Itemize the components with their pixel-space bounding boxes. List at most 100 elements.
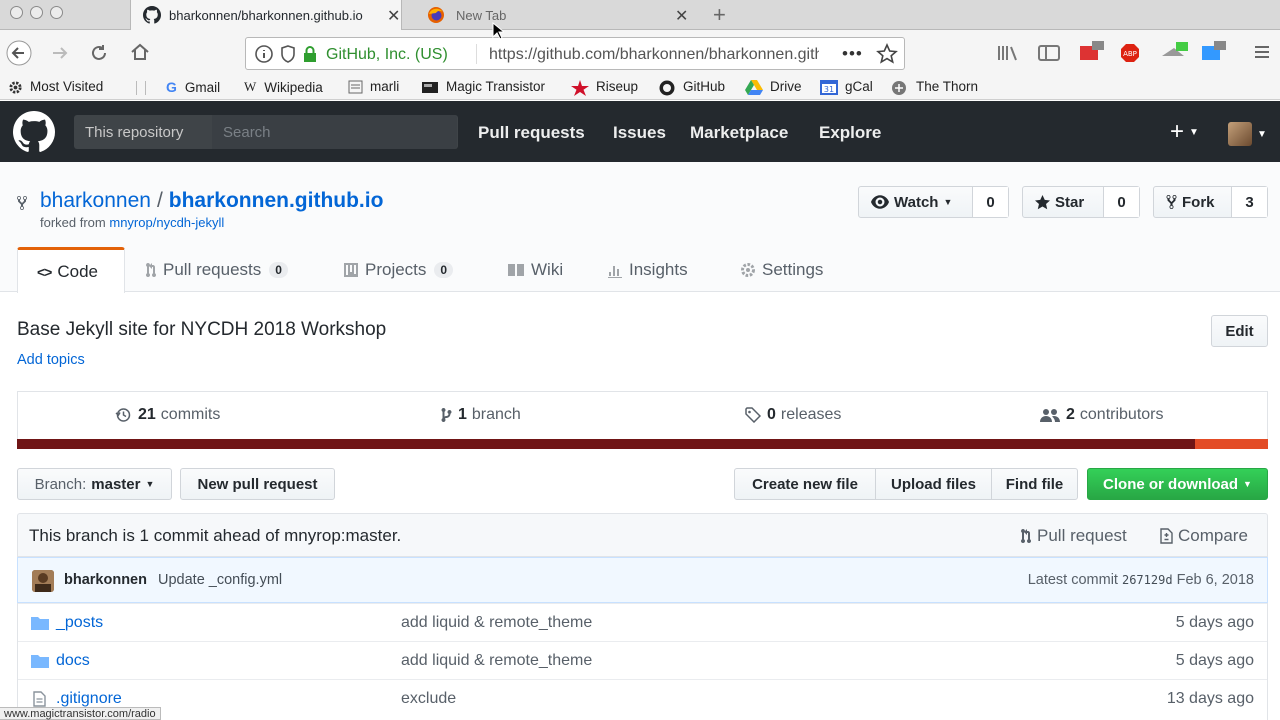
nav-pull-requests[interactable]: Pull requests [478,123,585,143]
new-tab-icon[interactable]: + [713,2,726,28]
repo-name-link[interactable]: bharkonnen.github.io [169,189,384,212]
nav-marketplace[interactable]: Marketplace [690,123,788,143]
close-tab-icon[interactable]: ✕ [387,6,400,26]
url-text[interactable]: https://github.com/bharkonnen/bharkonnen… [489,46,819,64]
browser-tab-github[interactable]: bharkonnen/bharkonnen.github.io ✕ [130,0,402,30]
extension-calendar-icon[interactable] [1078,40,1106,62]
bookmark-drive[interactable]: Drive [745,79,802,95]
library-icon[interactable] [997,44,1019,62]
file-commit-message[interactable]: exclude [401,690,456,708]
edit-description-button[interactable]: Edit [1211,315,1268,347]
forward-icon[interactable] [50,44,70,62]
bookmark-star-icon[interactable] [876,43,898,65]
bookmark-wikipedia[interactable]: W Wikipedia [244,79,323,95]
window-close-button[interactable] [10,6,23,19]
lock-icon[interactable] [303,45,317,63]
create-new-dropdown[interactable]: + ▼ [1170,118,1199,146]
commit-message-link[interactable]: Update _config.yml [158,572,282,588]
bookmark-the-thorn[interactable]: The Thorn [891,79,978,95]
star-count[interactable]: 0 [1103,187,1139,217]
clone-or-download-button[interactable]: Clone or download ▼ [1087,468,1268,500]
nav-explore[interactable]: Explore [819,123,881,143]
tab-code[interactable]: <> Code [17,247,125,293]
branch-select-button[interactable]: Branch: master ▼ [17,468,172,500]
table-row: .gitignore exclude 13 days ago [18,679,1267,717]
code-icon: <> [37,263,52,280]
tab-wiki[interactable]: Wiki [507,247,563,293]
info-icon[interactable] [255,45,273,63]
forked-from-link[interactable]: mnyrop/nycdh-jekyll [109,215,224,230]
add-topics-link[interactable]: Add topics [17,352,85,368]
tab-settings[interactable]: Settings [740,247,823,293]
browser-tab-strip: bharkonnen/bharkonnen.github.io ✕ New Ta… [0,0,1280,30]
adblock-icon[interactable]: ABP [1120,43,1140,63]
tab-insights[interactable]: Insights [607,247,688,293]
file-commit-message[interactable]: add liquid & remote_theme [401,614,592,632]
bookmark-gmail[interactable]: G Gmail [166,79,220,95]
bookmark-github[interactable]: GitHub [659,79,725,95]
commits-link[interactable]: 21 commits [114,406,220,424]
bookmark-magic-transistor[interactable]: Magic Transistor [421,79,545,94]
commit-author-link[interactable]: bharkonnen [64,572,147,588]
address-bar[interactable]: GitHub, Inc. (US) https://github.com/bha… [245,37,905,70]
commit-sha-link[interactable]: 267129d [1122,573,1173,587]
extension-blue-icon[interactable] [1200,40,1230,62]
watch-button[interactable]: Watch ▼ [859,187,972,217]
upload-files-button[interactable]: Upload files [875,468,992,500]
fork-count[interactable]: 3 [1231,187,1267,217]
contributors-link[interactable]: 2 contributors [1040,406,1164,424]
create-new-file-button[interactable]: Create new file [734,468,876,500]
github-logo-icon[interactable] [13,111,55,153]
pull-requests-counter: 0 [269,262,288,278]
file-commit-message[interactable]: add liquid & remote_theme [401,652,592,670]
find-file-button[interactable]: Find file [991,468,1078,500]
page-actions-icon[interactable]: ••• [842,44,863,64]
new-pull-request-button[interactable]: New pull request [180,468,335,500]
tab-pull-requests[interactable]: Pull requests 0 [145,247,288,293]
window-zoom-button[interactable] [50,6,63,19]
language-segment[interactable] [1195,439,1268,449]
bookmark-gcal[interactable]: 31 gCal [820,79,873,95]
browser-tab-new[interactable]: New Tab ✕ [403,0,703,30]
caret-down-icon: ▼ [1243,479,1252,489]
hamburger-menu-icon[interactable] [1254,44,1270,60]
watch-count[interactable]: 0 [972,187,1008,217]
commit-date: Feb 6, 2018 [1176,572,1254,588]
close-tab-icon[interactable]: ✕ [675,6,688,26]
branches-link[interactable]: 1 branch [441,406,521,424]
tab-projects[interactable]: Projects 0 [343,247,454,293]
fork-button[interactable]: Fork [1154,187,1231,217]
tracking-shield-icon[interactable] [280,45,296,63]
extension-green-icon[interactable] [1160,40,1190,62]
site-search[interactable]: This repository Search [74,115,458,149]
repo-owner-link[interactable]: bharkonnen [40,189,151,212]
gear-icon [8,80,23,94]
file-name-link[interactable]: _posts [56,614,103,632]
bookmark-riseup[interactable]: Riseup [571,79,638,96]
book-icon [507,263,525,277]
file-name-link[interactable]: .gitignore [56,690,122,708]
back-icon[interactable] [6,40,32,66]
pull-request-link[interactable]: Pull request [1020,526,1127,546]
language-bar[interactable] [17,439,1268,449]
window-minimize-button[interactable] [30,6,43,19]
file-name-link[interactable]: docs [56,652,90,670]
commit-author-avatar[interactable] [32,570,54,592]
reload-icon[interactable] [90,44,108,62]
site-identity[interactable]: GitHub, Inc. (US) [326,46,448,64]
star-button[interactable]: Star [1023,187,1103,217]
compare-link[interactable]: Compare [1159,526,1248,546]
bookmark-marli[interactable]: marli [348,79,399,94]
forked-from: forked from mnyrop/nycdh-jekyll [40,215,225,230]
bookmark-most-visited[interactable]: Most Visited [8,79,103,94]
user-menu-dropdown[interactable]: ▼ [1228,122,1267,146]
home-icon[interactable] [130,43,150,61]
releases-link[interactable]: 0 releases [745,406,841,424]
bookmark-separator [136,81,146,95]
language-segment[interactable] [17,439,1196,449]
search-input[interactable]: Search [212,115,457,149]
sidebar-icon[interactable] [1038,44,1060,62]
fork-icon [1166,194,1177,210]
nav-issues[interactable]: Issues [613,123,666,143]
bookmarks-toolbar: Most Visited G Gmail W Wikipedia marli M… [0,76,1280,100]
